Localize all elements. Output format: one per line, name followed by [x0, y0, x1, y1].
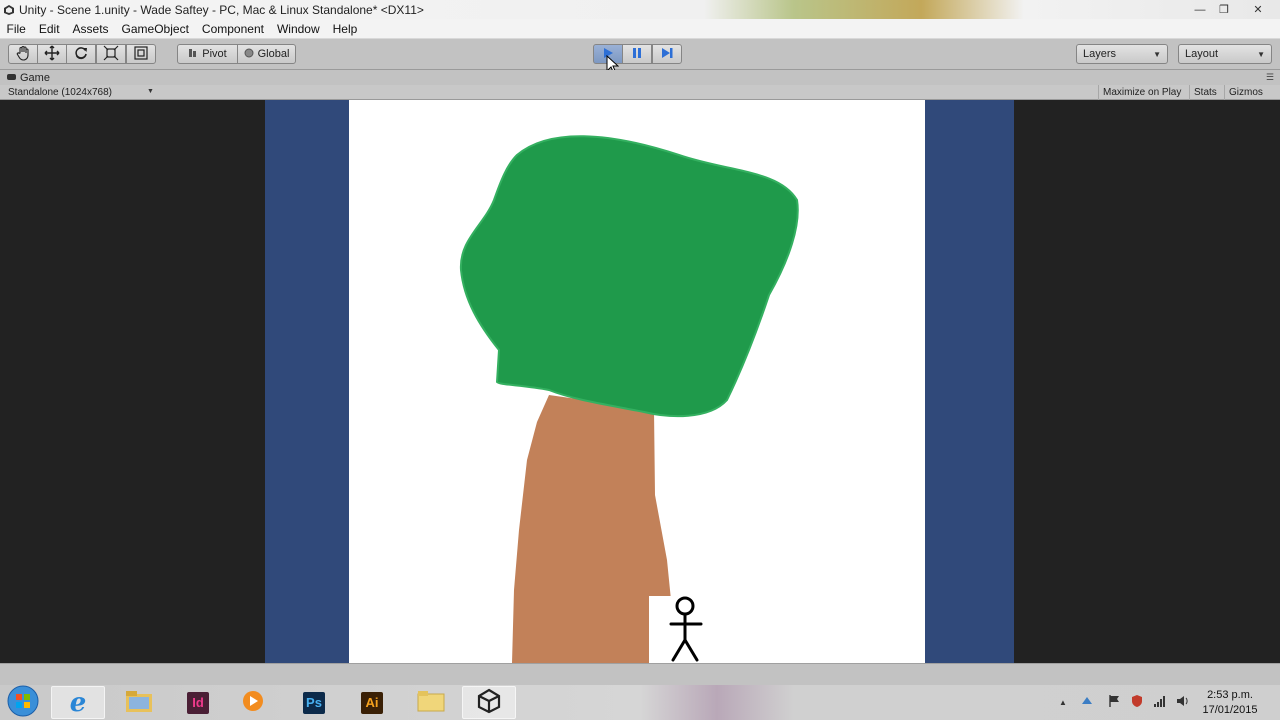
game-canvas — [349, 100, 925, 663]
tray-app-icon — [1080, 694, 1094, 711]
game-view[interactable] — [0, 100, 1280, 663]
rect-icon — [133, 45, 149, 64]
volume-tray[interactable] — [1174, 685, 1192, 720]
title-bar: Unity - Scene 1.unity - Wade Saftey - PC… — [0, 0, 1280, 19]
hand-tool-button[interactable] — [8, 44, 38, 64]
menu-window[interactable]: Window — [270, 22, 326, 36]
gizmos-toggle[interactable]: Gizmos — [1224, 85, 1267, 100]
show-hidden-icons-button[interactable]: ▲ — [1056, 685, 1070, 720]
move-icon — [44, 45, 60, 64]
layers-dropdown[interactable]: Layers ▼ — [1076, 44, 1168, 64]
chevron-down-icon: ▼ — [1257, 49, 1265, 59]
maximize-button[interactable]: ❐ — [1212, 0, 1236, 19]
chevron-down-icon: ▼ — [1153, 49, 1161, 59]
pivot-toggle[interactable]: Pivot — [177, 44, 238, 64]
hand-icon — [15, 45, 31, 64]
menu-edit[interactable]: Edit — [32, 22, 66, 36]
menu-assets[interactable]: Assets — [66, 22, 115, 36]
unity-icon — [476, 688, 502, 717]
resolution-label: Standalone (1024x768) — [8, 87, 112, 98]
clock-date: 17/01/2015 — [1202, 704, 1258, 716]
photoshop-icon: Ps — [303, 691, 325, 714]
media-player-icon — [241, 689, 265, 716]
action-center[interactable] — [1106, 685, 1124, 720]
scale-icon — [103, 45, 119, 64]
rotate-tool-button[interactable] — [66, 44, 96, 64]
global-toggle[interactable]: Global — [237, 44, 296, 64]
unity-app-icon — [3, 4, 15, 16]
maximize-on-play-toggle[interactable]: Maximize on Play — [1098, 85, 1185, 100]
tab-game[interactable]: Game — [0, 70, 50, 85]
scale-tool-button[interactable] — [96, 44, 126, 64]
game-tab-label: Game — [20, 71, 50, 84]
tray-app[interactable] — [1078, 685, 1096, 720]
folder-icon — [417, 690, 445, 715]
minimize-button[interactable]: — — [1188, 0, 1212, 19]
game-panel-options: Standalone (1024x768) ▼ Maximize on Play… — [0, 85, 1280, 100]
taskbar-illustrator[interactable]: Ai — [345, 686, 399, 719]
game-tab-icon — [7, 72, 16, 84]
clock-time: 2:53 p.m. — [1207, 689, 1253, 701]
tree-trunk — [512, 395, 671, 663]
taskbar-media-player[interactable] — [226, 686, 280, 719]
game-panel-header: Game ☰ — [0, 70, 1280, 85]
resolution-dropdown[interactable]: Standalone (1024x768) ▼ — [8, 85, 154, 100]
security-tray[interactable] — [1128, 685, 1146, 720]
speaker-icon — [1176, 694, 1190, 711]
close-button[interactable]: ✕ — [1236, 0, 1280, 19]
pause-button[interactable] — [622, 44, 652, 64]
signal-icon — [1153, 694, 1167, 711]
menu-file[interactable]: File — [0, 22, 32, 36]
chevron-up-icon: ▲ — [1059, 698, 1067, 707]
layout-label: Layout — [1185, 48, 1219, 60]
pivot-icon — [188, 48, 198, 61]
illustrator-icon: Ai — [361, 691, 383, 714]
menu-bar: File Edit Assets GameObject Component Wi… — [0, 19, 1280, 39]
start-button[interactable] — [4, 685, 42, 720]
menu-gameobject[interactable]: GameObject — [115, 22, 195, 36]
global-label: Global — [257, 48, 290, 60]
panel-menu-icon[interactable]: ☰ — [1266, 72, 1274, 83]
step-button[interactable] — [652, 44, 682, 64]
clock[interactable]: 2:53 p.m. 17/01/2015 — [1200, 688, 1260, 718]
taskbar: e Id Ps Ai ▲ 2:53 p.m. 17/01/2015 — [0, 685, 1280, 720]
rotate-icon — [73, 45, 89, 64]
flag-icon — [1108, 694, 1122, 711]
toolbar: Pivot Global Layers ▼ Layout ▼ — [0, 39, 1280, 75]
globe-icon — [244, 48, 254, 61]
menu-help[interactable]: Help — [326, 22, 364, 36]
layers-label: Layers — [1083, 48, 1117, 60]
taskbar-internet-explorer[interactable]: e — [51, 686, 105, 719]
taskbar-indesign[interactable]: Id — [171, 686, 225, 719]
internet-explorer-icon: e — [69, 687, 87, 718]
tree-foliage — [459, 135, 799, 418]
pause-icon — [631, 47, 643, 62]
windows-logo-icon — [7, 685, 39, 720]
pivot-label: Pivot — [202, 48, 227, 60]
taskbar-photoshop[interactable]: Ps — [287, 686, 341, 719]
layout-dropdown[interactable]: Layout ▼ — [1178, 44, 1272, 64]
shield-icon — [1130, 694, 1144, 711]
chevron-down-icon: ▼ — [147, 88, 154, 95]
taskbar-file-explorer[interactable] — [112, 686, 166, 719]
network-tray[interactable] — [1151, 685, 1169, 720]
rect-tool-button[interactable] — [126, 44, 156, 64]
move-tool-button[interactable] — [37, 44, 67, 64]
status-bar — [0, 663, 1280, 685]
menu-component[interactable]: Component — [195, 22, 270, 36]
indesign-icon: Id — [187, 691, 209, 714]
stats-toggle[interactable]: Stats — [1189, 85, 1221, 100]
file-explorer-icon — [125, 689, 153, 716]
taskbar-folder[interactable] — [404, 686, 458, 719]
step-icon — [660, 47, 674, 62]
taskbar-unity[interactable] — [462, 686, 516, 719]
window-title: Unity - Scene 1.unity - Wade Saftey - PC… — [19, 2, 424, 17]
